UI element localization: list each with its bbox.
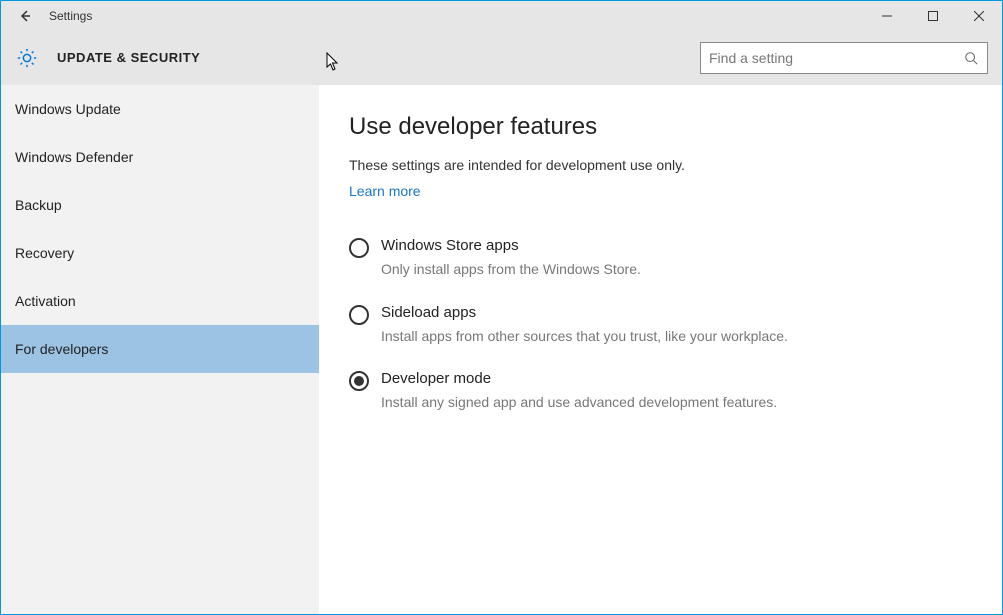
radio-option-developer-mode[interactable]: Developer mode Install any signed app an… bbox=[349, 370, 972, 413]
sidebar-item-activation[interactable]: Activation bbox=[1, 277, 319, 325]
minimize-icon bbox=[882, 11, 892, 21]
body: Windows Update Windows Defender Backup R… bbox=[1, 85, 1002, 614]
radio-icon bbox=[349, 305, 369, 325]
sidebar-item-recovery[interactable]: Recovery bbox=[1, 229, 319, 277]
maximize-button[interactable] bbox=[910, 1, 956, 31]
search-input[interactable] bbox=[709, 50, 963, 66]
radio-label: Windows Store apps bbox=[381, 237, 801, 254]
sidebar-item-label: Backup bbox=[15, 197, 62, 213]
sidebar-item-windows-defender[interactable]: Windows Defender bbox=[1, 133, 319, 181]
radio-selected-dot-icon bbox=[354, 376, 364, 386]
sidebar-item-for-developers[interactable]: For developers bbox=[1, 325, 319, 373]
titlebar: Settings bbox=[1, 1, 1002, 31]
radio-label: Sideload apps bbox=[381, 304, 801, 321]
header-bar: UPDATE & SECURITY bbox=[1, 31, 1002, 85]
sidebar-item-label: Windows Update bbox=[15, 101, 121, 117]
gear-icon bbox=[16, 47, 38, 69]
sidebar-item-label: For developers bbox=[15, 341, 108, 357]
radio-option-windows-store-apps[interactable]: Windows Store apps Only install apps fro… bbox=[349, 237, 972, 280]
settings-gear-icon bbox=[15, 46, 39, 70]
sidebar-item-label: Recovery bbox=[15, 245, 74, 261]
sidebar-item-backup[interactable]: Backup bbox=[1, 181, 319, 229]
radio-description: Only install apps from the Windows Store… bbox=[381, 260, 801, 280]
page-heading: Use developer features bbox=[349, 113, 972, 141]
sidebar: Windows Update Windows Defender Backup R… bbox=[1, 85, 319, 614]
maximize-icon bbox=[928, 11, 938, 21]
arrow-left-icon bbox=[17, 8, 33, 24]
back-button[interactable] bbox=[11, 1, 39, 31]
radio-description: Install any signed app and use advanced … bbox=[381, 393, 801, 413]
close-icon bbox=[974, 11, 984, 21]
sidebar-item-windows-update[interactable]: Windows Update bbox=[1, 85, 319, 133]
radio-label: Developer mode bbox=[381, 370, 801, 387]
page-subtext: These settings are intended for developm… bbox=[349, 157, 972, 173]
developer-mode-radio-group: Windows Store apps Only install apps fro… bbox=[349, 237, 972, 413]
radio-description: Install apps from other sources that you… bbox=[381, 327, 801, 347]
minimize-button[interactable] bbox=[864, 1, 910, 31]
radio-icon bbox=[349, 238, 369, 258]
search-icon bbox=[963, 50, 979, 66]
sidebar-item-label: Windows Defender bbox=[15, 149, 133, 165]
section-title: UPDATE & SECURITY bbox=[57, 50, 200, 65]
radio-option-sideload-apps[interactable]: Sideload apps Install apps from other so… bbox=[349, 304, 972, 347]
sidebar-item-label: Activation bbox=[15, 293, 76, 309]
content-panel: Use developer features These settings ar… bbox=[319, 85, 1002, 614]
learn-more-link[interactable]: Learn more bbox=[349, 183, 421, 199]
close-button[interactable] bbox=[956, 1, 1002, 31]
window-title: Settings bbox=[49, 9, 92, 23]
radio-icon bbox=[349, 371, 369, 391]
search-box[interactable] bbox=[700, 42, 988, 74]
